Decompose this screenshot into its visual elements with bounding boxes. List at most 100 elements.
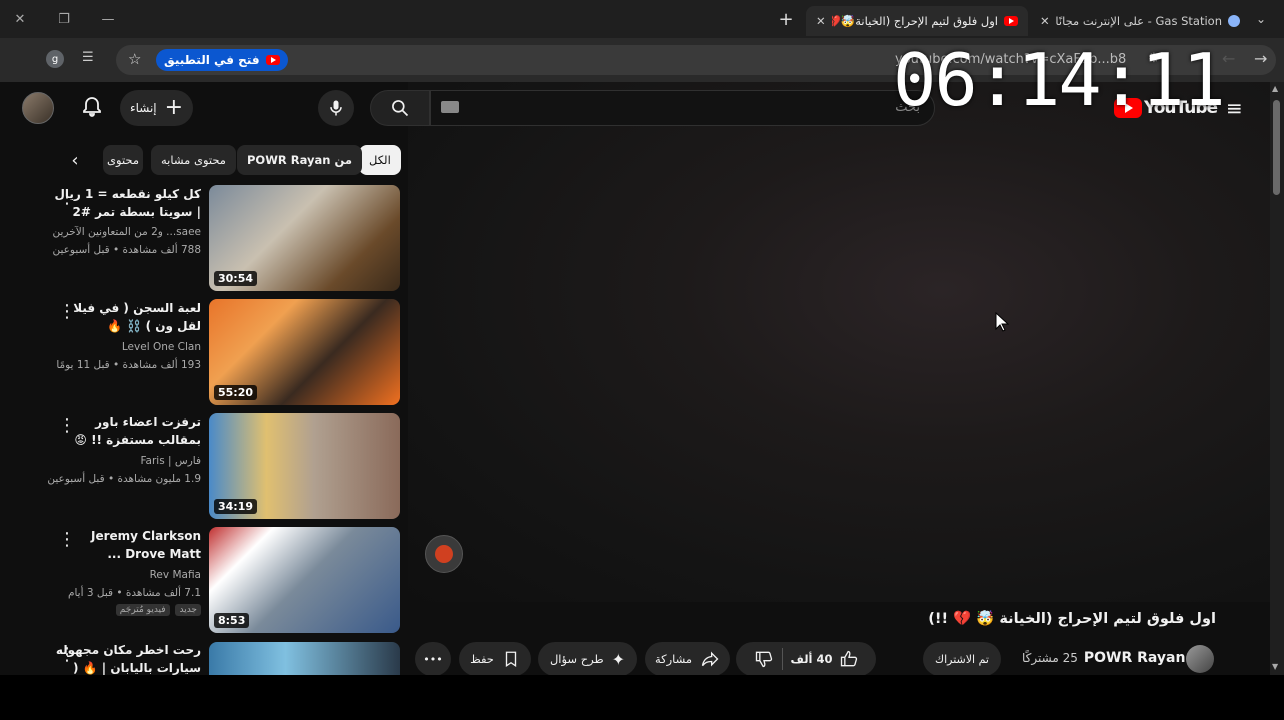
profile-avatar[interactable]: g <box>46 50 64 68</box>
close-window-button[interactable]: ✕ <box>8 8 32 30</box>
video-menu-icon[interactable]: ⋮ <box>58 188 76 208</box>
like-button[interactable]: 40 ألف <box>791 649 859 669</box>
more-icon: ••• <box>423 652 443 666</box>
tab-close-icon[interactable]: ✕ <box>1040 14 1050 28</box>
sparkle-icon: ✦ <box>611 649 626 669</box>
tab-title: اول فلوق لتيم الإحراج (الخيانة🤯💔 <box>831 14 998 28</box>
ask-label: طرح سؤال <box>549 652 604 666</box>
video-channel[interactable]: فارس | Faris <box>41 453 201 470</box>
overlay-clock: 06:14:11 <box>893 38 1226 122</box>
bookmark-star-icon[interactable]: ☆ <box>128 50 141 68</box>
scroll-down-icon[interactable]: ▼ <box>1272 662 1278 671</box>
video-stats: 193 ألف مشاهدة • قبل 11 يومًا <box>56 359 201 371</box>
search-icon <box>392 100 409 117</box>
like-dislike-group: 40 ألف <box>736 642 876 676</box>
bookmark-icon <box>505 651 517 668</box>
reading-list-icon[interactable]: ☰ <box>82 50 94 65</box>
video-channel[interactable]: Level One Clan <box>41 339 201 356</box>
scroll-up-icon[interactable]: ▲ <box>1272 84 1278 93</box>
chip-from-channel[interactable]: من POWR Rayan <box>237 145 362 175</box>
open-in-app-button[interactable]: فتح في التطبيق <box>156 49 288 71</box>
microphone-icon <box>330 100 342 116</box>
video-badges: جديد فيديو مُترجَم <box>113 604 201 616</box>
scrollbar-thumb[interactable] <box>1273 100 1280 195</box>
profile-initial: g <box>51 53 59 65</box>
chip-label: محتوى <box>107 153 139 167</box>
video-thumbnail[interactable]: 55:20 <box>209 299 400 405</box>
tab-active[interactable]: اول فلوق لتيم الإحراج (الخيانة🤯💔 ✕ <box>806 6 1028 36</box>
restore-icon: ❐ <box>58 11 70 27</box>
chip-related[interactable]: محتوى مشابه <box>151 145 236 175</box>
plus-icon: + <box>164 95 184 120</box>
chip-label: محتوى مشابه <box>161 153 226 167</box>
plus-icon: + <box>778 8 794 30</box>
close-icon: ✕ <box>14 11 26 27</box>
youtube-icon <box>265 55 280 65</box>
channel-name[interactable]: POWR Rayan <box>1084 650 1186 666</box>
video-player[interactable] <box>408 82 1270 602</box>
video-menu-icon[interactable]: ⋮ <box>58 302 76 322</box>
save-button[interactable]: حفظ <box>459 642 531 676</box>
floating-logo-icon[interactable] <box>425 535 463 573</box>
video-thumbnail[interactable]: 34:19 <box>209 413 400 519</box>
youtube-favicon-icon <box>1004 16 1018 26</box>
video-channel[interactable]: Rev Mafia <box>41 567 201 584</box>
like-divider <box>781 648 783 670</box>
new-tab-button[interactable]: + <box>774 8 798 30</box>
voice-search-button[interactable] <box>318 90 354 126</box>
channel-info: 25 مشتركًا POWR Rayan <box>1022 650 1185 666</box>
chip-all[interactable]: الكل <box>359 145 401 175</box>
video-menu-icon[interactable]: ⋮ <box>58 530 76 550</box>
share-label: مشاركة <box>654 652 693 666</box>
tab-title: Gas Station - على الإنترنت مجانًا <box>1055 14 1222 28</box>
like-count: 40 ألف <box>790 652 833 666</box>
create-button[interactable]: إنشاء + <box>120 90 193 126</box>
mouse-cursor-icon <box>995 312 1009 332</box>
video-stats: 7.1 ألف مشاهدة • قبل 3 أيام <box>67 587 201 599</box>
subscribed-label: تم الاشتراك <box>935 652 989 666</box>
notifications-bell-icon[interactable] <box>80 95 104 123</box>
restore-window-button[interactable]: ❐ <box>52 8 76 30</box>
tab-gas-station[interactable]: Gas Station - على الإنترنت مجانًا ✕ <box>1030 6 1250 36</box>
minimize-window-button[interactable]: — <box>96 8 120 30</box>
video-thumbnail[interactable]: 8:53 <box>209 527 400 633</box>
forward-arrow-icon[interactable]: → <box>1254 49 1267 68</box>
bottom-letterbox <box>0 675 1284 720</box>
create-label: إنشاء <box>129 101 157 115</box>
subscriber-count: 25 مشتركًا <box>1022 651 1078 665</box>
video-menu-icon[interactable]: ⋮ <box>58 645 76 665</box>
tab-close-icon[interactable]: ✕ <box>816 14 826 28</box>
channel-avatar[interactable] <box>1186 645 1214 673</box>
duration-badge: 34:19 <box>214 499 258 514</box>
video-menu-icon[interactable]: ⋮ <box>58 416 76 436</box>
video-thumbnail[interactable]: 30:54 <box>209 185 400 291</box>
back-arrow-icon[interactable]: ← <box>1222 49 1235 68</box>
tab-search-chevron-icon[interactable]: ⌄ <box>1256 12 1266 26</box>
share-button[interactable]: مشاركة <box>645 642 730 676</box>
chips-prev-chevron-icon[interactable]: ‹ <box>60 145 90 175</box>
video-channel[interactable]: saee... و2 من المتعاونين الآخرين <box>41 224 201 241</box>
ask-button[interactable]: ✦ طرح سؤال <box>538 642 637 676</box>
keyboard-icon[interactable] <box>441 101 459 113</box>
share-icon <box>701 651 719 667</box>
subscribed-button[interactable]: تم الاشتراك <box>923 642 1001 676</box>
new-badge: جديد <box>175 604 201 616</box>
hamburger-menu-icon[interactable]: ≡ <box>1226 96 1243 120</box>
video-thumbnail[interactable] <box>209 642 400 675</box>
thumbs-down-icon[interactable] <box>754 649 774 669</box>
video-main-title: اول فلوق لتيم الإحراج (الخيانة 🤯 💔 !!) <box>928 611 1216 627</box>
account-avatar[interactable] <box>22 92 54 124</box>
open-in-app-label: فتح في التطبيق <box>164 53 260 67</box>
duration-badge: 55:20 <box>214 385 258 400</box>
duration-badge: 30:54 <box>214 271 258 286</box>
more-actions-button[interactable]: ••• <box>415 642 451 676</box>
search-button[interactable] <box>370 90 430 126</box>
search-input[interactable]: بحث <box>430 90 935 126</box>
chip-label: من POWR Rayan <box>247 153 352 167</box>
save-label: حفظ <box>470 652 494 666</box>
thumbs-up-icon <box>840 650 857 667</box>
translated-badge: فيديو مُترجَم <box>115 604 170 616</box>
minimize-icon: — <box>101 11 115 27</box>
video-stats: 1.9 مليون مشاهدة • قبل أسبوعين <box>47 473 201 485</box>
chip-more[interactable]: محتوى <box>103 145 143 175</box>
